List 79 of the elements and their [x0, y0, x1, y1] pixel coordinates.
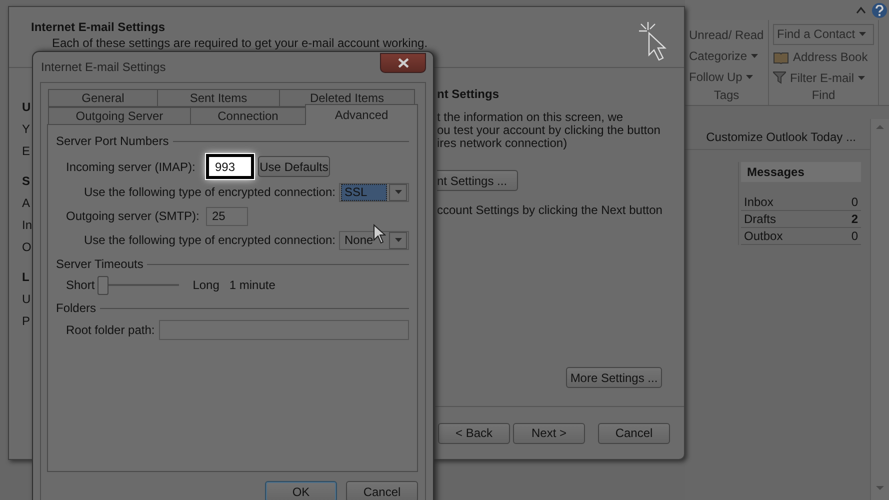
label-fragment: L — [22, 269, 30, 286]
caret-icon — [394, 190, 402, 194]
messages-header: Messages — [741, 162, 861, 182]
filter-icon — [773, 71, 786, 84]
slider-thumb[interactable] — [97, 276, 108, 294]
label-fragment: O — [22, 239, 32, 256]
caret-icon — [859, 32, 866, 36]
slider-min-label: Short — [66, 278, 95, 292]
field-label: Root folder path: — [66, 323, 155, 337]
message-count: 2 — [851, 212, 858, 226]
window-subtitle: Each of these settings are required to get your e-mail account working. — [51, 36, 428, 50]
port-field[interactable]: 25 — [206, 206, 248, 226]
caret-icon — [751, 54, 758, 58]
label-fragment: A — [22, 195, 30, 212]
field-label: Use the following type of encrypted connection: — [84, 185, 336, 199]
wizard-button[interactable]: Next > — [513, 422, 585, 444]
label-fragment: Y — [22, 121, 30, 138]
description-line: ou test your account by clicking the button — [437, 124, 662, 137]
label-fragment: S — [22, 173, 30, 190]
scroll-up-icon[interactable] — [876, 125, 884, 129]
ribbon-item[interactable]: Filter E-mail — [773, 67, 874, 88]
wizard-button[interactable]: < Back — [438, 422, 510, 444]
ribbon-item[interactable]: Unread/ Read — [689, 24, 764, 45]
section-heading: nt Settings — [437, 87, 500, 101]
close-icon — [398, 58, 408, 68]
ribbon-group-label: Tags — [712, 88, 740, 104]
more-settings-button[interactable]: More Settings ... — [566, 367, 662, 388]
instruction-text: ccount Settings by clicking the Next button — [437, 203, 664, 217]
label-fragment: P — [22, 313, 30, 330]
wizard-button[interactable]: Cancel — [598, 422, 670, 444]
root-folder-field[interactable] — [158, 320, 409, 340]
find-contact-field[interactable]: Find a Contact — [773, 24, 874, 45]
folder-name[interactable]: Outbox — [744, 229, 783, 243]
tab[interactable]: Advanced — [305, 104, 418, 125]
folder-name[interactable]: Inbox — [744, 195, 774, 209]
timeout-value: 1 minute — [229, 278, 276, 292]
book-icon — [773, 50, 789, 64]
ribbon-item[interactable]: Categorize — [689, 45, 764, 66]
description-line: ires network connection) — [437, 137, 568, 150]
message-count: 0 — [851, 195, 858, 209]
scroll-down-icon[interactable] — [876, 486, 884, 490]
test-settings-button[interactable]: nt Settings ... — [437, 170, 518, 191]
caret-icon — [746, 74, 754, 78]
label-fragment: U — [22, 99, 31, 116]
label-fragment: In — [22, 217, 32, 234]
field-label: Incoming server (IMAP): — [66, 160, 196, 174]
tab[interactable]: Sent Items — [157, 89, 280, 107]
port-field[interactable]: 993 — [206, 154, 254, 179]
help-icon[interactable] — [872, 2, 887, 18]
tab[interactable]: General — [48, 89, 158, 107]
caret-icon — [394, 238, 402, 242]
window-title: Internet E-mail Settings — [31, 20, 166, 34]
slider-max-label: Long — [192, 278, 220, 292]
field-label: Use the following type of encrypted connection: — [84, 233, 336, 247]
dialog-button[interactable]: Cancel — [346, 481, 418, 500]
ribbon-item[interactable]: Follow Up — [689, 66, 764, 87]
field-label: Outgoing server (SMTP): — [66, 209, 200, 223]
pointer-icon — [373, 224, 386, 244]
close-button[interactable] — [380, 53, 426, 73]
encryption-dropdown[interactable]: None — [339, 230, 409, 250]
label-fragment: U — [22, 291, 31, 308]
group-title: Server Timeouts — [56, 257, 144, 271]
group-title: Server Port Numbers — [56, 134, 169, 148]
scrollbar[interactable] — [870, 119, 889, 500]
caret-icon — [858, 76, 866, 80]
ribbon-item[interactable]: Address Book — [773, 46, 874, 68]
ribbon-group-label: Find — [810, 88, 836, 104]
message-count: 0 — [851, 229, 858, 243]
collapse-icon[interactable] — [856, 6, 866, 14]
dialog-button[interactable]: OK — [265, 481, 337, 500]
encryption-dropdown[interactable]: SSL — [339, 182, 409, 202]
dialog-title: Internet E-mail Settings — [41, 60, 166, 74]
customize-link[interactable]: Customize Outlook Today ... — [706, 130, 856, 144]
use-defaults-button[interactable]: Use Defaults — [258, 156, 330, 177]
folder-name[interactable]: Drafts — [744, 212, 776, 226]
group-title: Folders — [56, 301, 96, 315]
tab[interactable]: Outgoing Server — [48, 107, 191, 125]
label-fragment: E — [22, 143, 30, 160]
description-line: t the information on this screen, we — [437, 111, 624, 124]
